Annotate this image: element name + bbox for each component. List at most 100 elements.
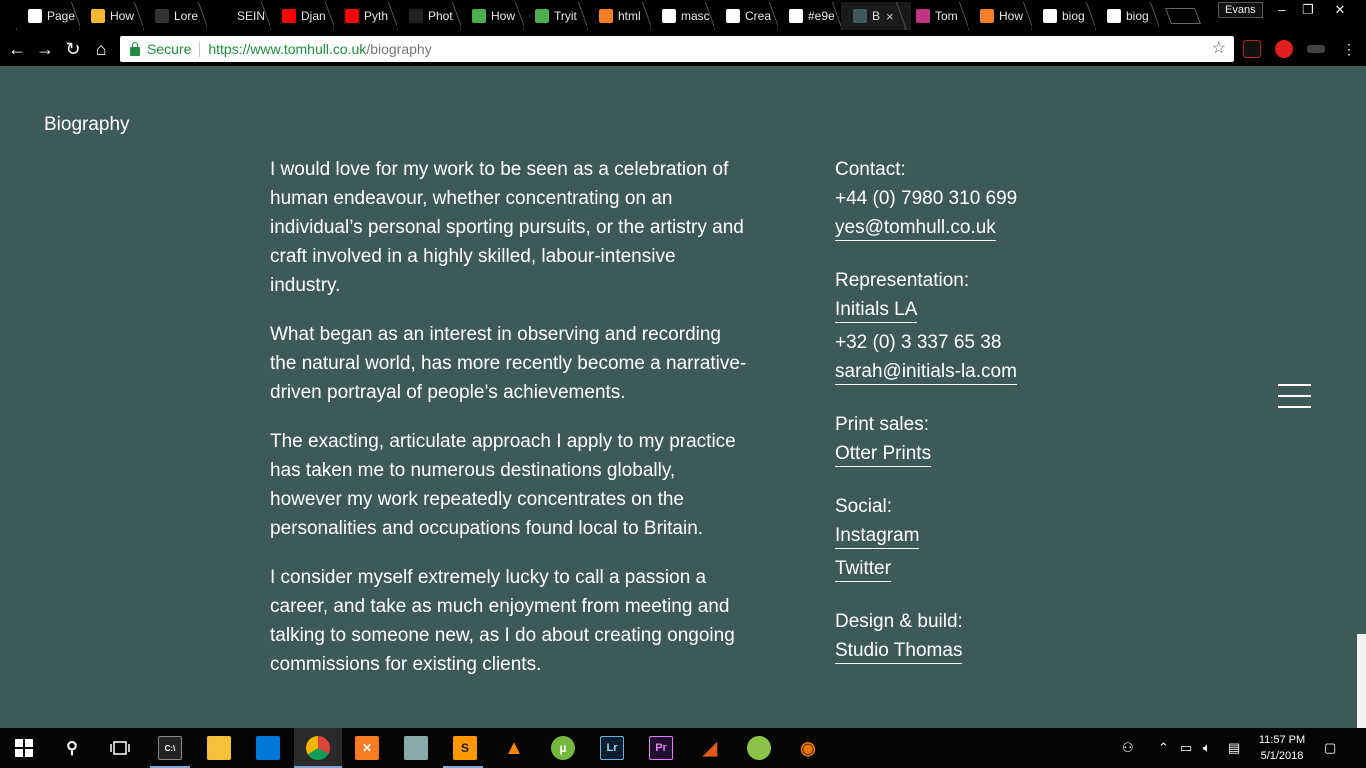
agency-phone: +32 (0) 3 337 65 38 <box>835 332 1002 353</box>
browser-tab[interactable]: Tryit <box>523 2 587 30</box>
twitter-link[interactable]: Twitter <box>835 557 891 582</box>
network-app-icon[interactable] <box>404 736 428 760</box>
search-icon[interactable]: ⚲ <box>60 736 84 760</box>
tab-title: html <box>618 9 641 23</box>
studio-thomas-link[interactable]: Studio Thomas <box>835 639 963 664</box>
notifications-icon[interactable]: ▢ <box>1324 740 1336 756</box>
close-window-button[interactable]: ✕ <box>1326 0 1354 20</box>
browser-tab[interactable]: Crea <box>714 2 778 30</box>
new-tab-button[interactable] <box>1165 8 1201 24</box>
browser-tab[interactable]: #e9e <box>777 2 841 30</box>
tab-title: Phot <box>428 9 453 23</box>
menu-dots-icon[interactable]: ⋮ <box>1338 38 1360 60</box>
browser-tab[interactable]: Phot <box>397 2 461 30</box>
browser-tab[interactable]: How <box>968 2 1032 30</box>
store-icon[interactable] <box>256 736 280 760</box>
scrollbar-thumb[interactable] <box>1357 634 1366 728</box>
social-group: Social: Instagram Twitter <box>835 492 1135 587</box>
address-bar[interactable]: Secure https://www.tomhull.co.uk/biograp… <box>120 36 1234 62</box>
page-icon <box>28 9 42 23</box>
people-icon[interactable]: ⚇ <box>1122 740 1134 756</box>
lightroom-icon[interactable]: Lr <box>600 736 624 760</box>
extension-icon[interactable] <box>1307 45 1325 53</box>
instagram-icon <box>916 9 930 23</box>
battery-icon[interactable]: ▭ <box>1180 740 1192 756</box>
browser-tab[interactable]: How <box>460 2 524 30</box>
restore-button[interactable]: ❐ <box>1294 0 1322 20</box>
bookmark-star-icon[interactable]: ☆ <box>1212 38 1226 58</box>
tab-title: Page <box>47 9 76 23</box>
blender-icon[interactable]: ◉ <box>796 736 820 760</box>
s-icon <box>218 9 232 23</box>
otter-prints-link[interactable]: Otter Prints <box>835 442 932 467</box>
vlc-icon[interactable]: ▲ <box>502 736 526 760</box>
chrome-icon[interactable] <box>306 736 330 760</box>
reload-icon[interactable]: ↻ <box>62 38 84 60</box>
tab-title: Crea <box>745 9 772 23</box>
sublime-text-icon[interactable]: S <box>453 736 477 760</box>
browser-tab[interactable]: SEIN <box>206 2 270 30</box>
contact-email-link[interactable]: yes@tomhull.co.uk <box>835 216 996 241</box>
task-view-icon[interactable] <box>108 736 132 760</box>
tab-title: biog <box>1126 9 1149 23</box>
close-tab-icon[interactable]: × <box>886 9 894 24</box>
browser-tab[interactable]: Tom <box>904 2 968 30</box>
back-arrow-icon[interactable]: ← <box>6 38 28 60</box>
utorrent-icon[interactable]: µ <box>551 736 575 760</box>
browser-tab[interactable]: Pyth <box>333 2 397 30</box>
url-path: /biography <box>366 41 432 57</box>
adblock-extension-icon[interactable] <box>1275 40 1293 58</box>
browser-tab[interactable]: masc <box>650 2 714 30</box>
contact-label: Contact: <box>835 159 906 180</box>
minimize-button[interactable]: – <box>1268 0 1296 20</box>
home-icon[interactable]: ⌂ <box>90 38 112 60</box>
browser-tab[interactable]: Djan <box>270 2 334 30</box>
tab-title: How <box>491 9 516 23</box>
page-title: Biography <box>44 114 130 135</box>
url-host: https://www.tomhull.co.uk <box>208 41 367 57</box>
volume-icon[interactable]: 🔈︎ <box>1203 740 1211 756</box>
windows-start-icon[interactable] <box>12 736 36 760</box>
tab-title: Tom <box>935 9 958 23</box>
tab-title: Djan <box>301 9 326 23</box>
browser-tab[interactable]: Page <box>16 2 80 30</box>
address-divider <box>199 41 201 57</box>
agency-link[interactable]: Initials LA <box>835 298 918 323</box>
file-explorer-icon[interactable] <box>207 736 231 760</box>
matlab-icon[interactable]: ◢ <box>698 736 722 760</box>
clock-time: 11:57 PM <box>1258 734 1306 746</box>
browser-tab[interactable]: How <box>79 2 143 30</box>
terminal-icon[interactable]: C:\ <box>158 736 182 760</box>
windows-taskbar: ⚲ C:\ ✕ S ▲ µ Lr Pr ◢ ◉ ⚇ ⌃ ▭ 🔈︎ ▤ 11:57… <box>0 728 1366 768</box>
representation-group: Representation: Initials LA +32 (0) 3 33… <box>835 266 1135 390</box>
tab-title: How <box>110 9 135 23</box>
page-scrollbar[interactable] <box>1356 66 1366 728</box>
agency-email-link[interactable]: sarah@initials-la.com <box>835 360 1017 385</box>
tray-overflow-icon[interactable]: ⌃ <box>1158 740 1169 756</box>
taskbar-clock[interactable]: 11:57 PM 5/1/2018 <box>1252 732 1312 764</box>
browser-tab[interactable]: biog <box>1031 2 1095 30</box>
hamburger-menu-icon[interactable] <box>1278 384 1311 410</box>
page-icon <box>726 9 740 23</box>
browser-tab[interactable]: B × <box>841 2 911 30</box>
w3-icon <box>535 9 549 23</box>
contact-phone: +44 (0) 7980 310 699 <box>835 188 1018 209</box>
tab-title: B <box>872 9 881 23</box>
tomhull-icon <box>853 9 867 23</box>
xampp-icon[interactable]: ✕ <box>355 736 379 760</box>
browser-tab[interactable]: Lore <box>143 2 207 30</box>
forward-arrow-icon[interactable]: → <box>34 38 56 60</box>
profile-button[interactable]: Evans <box>1218 2 1263 18</box>
contact-group: Contact: +44 (0) 7980 310 699 yes@tomhul… <box>835 155 1135 246</box>
google-icon <box>662 9 676 23</box>
android-icon[interactable] <box>747 736 771 760</box>
tab-title: masc <box>681 9 710 23</box>
browser-toolbar: ← → ↻ ⌂ Secure https://www.tomhull.co.uk… <box>0 32 1366 66</box>
browser-tab[interactable]: html <box>587 2 651 30</box>
browser-tab[interactable]: biog <box>1095 2 1159 30</box>
instagram-link[interactable]: Instagram <box>835 524 920 549</box>
pdf-extension-icon[interactable] <box>1243 40 1261 58</box>
google-icon <box>789 9 803 23</box>
premiere-icon[interactable]: Pr <box>649 736 673 760</box>
network-icon[interactable]: ▤ <box>1228 740 1240 756</box>
